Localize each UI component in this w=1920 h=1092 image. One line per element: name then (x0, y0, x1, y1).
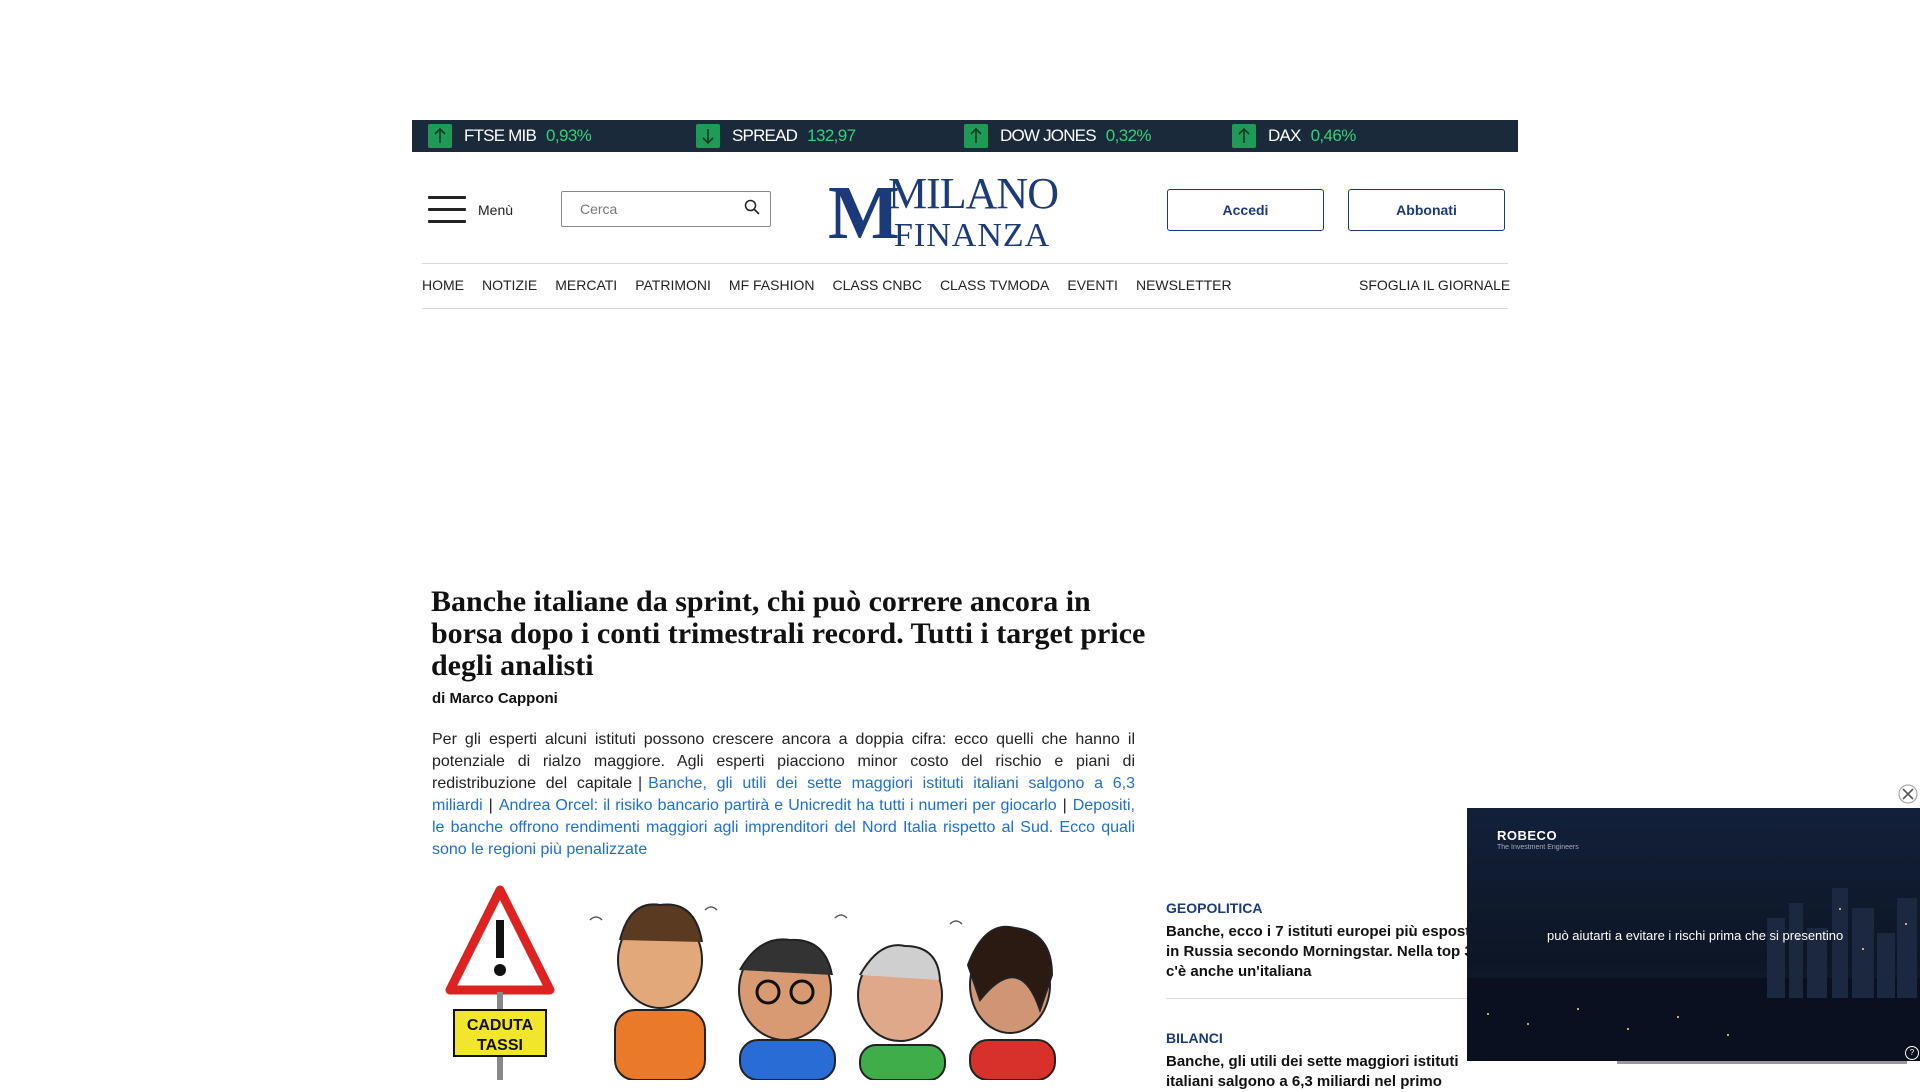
market-ticker: FTSE MIB 0,93% SPREAD 132,97 DOW JONES 0… (412, 120, 1518, 152)
help-icon[interactable]: ? (1905, 1046, 1919, 1060)
nav-item-eventi[interactable]: EVENTI (1067, 277, 1118, 293)
search-field[interactable] (561, 191, 771, 227)
video-ad-player[interactable]: ROBECO The Investment Engineers può aiut… (1467, 808, 1920, 1061)
nav-item-class-tvmoda[interactable]: CLASS TVMODA (940, 277, 1049, 293)
main-nav: HOME NOTIZIE MERCATI PATRIMONI MF FASHIO… (422, 277, 1250, 293)
sign-line1: CADUTA (467, 1017, 534, 1034)
menu-icon[interactable] (428, 196, 466, 224)
logo-line2: FINANZA (894, 217, 1050, 252)
nav-item-mercati[interactable]: MERCATI (555, 277, 617, 293)
search-icon[interactable] (744, 199, 760, 220)
arrow-down-icon (696, 124, 720, 148)
article-cartoon-image: CADUTA TASSI (440, 880, 1130, 1080)
ticker-value: 0,32% (1105, 126, 1152, 145)
nav-item-sfoglia[interactable]: SFOGLIA IL GIORNALE (1359, 277, 1510, 293)
sidebar-category[interactable]: GEOPOLITICA (1166, 900, 1476, 916)
nav-divider-bottom (422, 308, 1508, 309)
arrow-up-icon (428, 124, 452, 148)
related-link[interactable]: Andrea Orcel: il risiko bancario partirà… (499, 797, 1057, 814)
login-button[interactable]: Accedi (1167, 189, 1324, 231)
sign-line2: TASSI (477, 1037, 523, 1054)
ticker-value: 0,46% (1310, 126, 1357, 145)
ad-brand-sub: The Investment Engineers (1497, 844, 1579, 851)
ticker-name: SPREAD (732, 126, 798, 145)
ad-brand: ROBECO (1497, 828, 1558, 843)
ticker-name: DAX (1268, 126, 1301, 145)
nav-item-patrimoni[interactable]: PATRIMONI (635, 277, 711, 293)
nav-item-class-cnbc[interactable]: CLASS CNBC (832, 277, 921, 293)
ticker-name: FTSE MIB (464, 126, 537, 145)
close-icon[interactable] (1898, 784, 1918, 804)
menu-label[interactable]: Menù (478, 202, 513, 218)
sidebar-title[interactable]: Banche, gli utili dei sette maggiori ist… (1166, 1052, 1476, 1092)
article-lead: Per gli esperti alcuni istituti possono … (432, 731, 1135, 858)
nav-item-home[interactable]: HOME (422, 277, 464, 293)
nav-item-mf-fashion[interactable]: MF FASHION (729, 277, 815, 293)
milano-finanza-logo[interactable]: M MILANO FINANZA (828, 168, 1076, 255)
subscribe-button[interactable]: Abbonati (1348, 189, 1505, 231)
ticker-item-ftse[interactable]: FTSE MIB 0,93% (412, 124, 680, 148)
article-title: Banche italiane da sprint, chi può corre… (431, 585, 1146, 682)
ticker-item-dax[interactable]: DAX 0,46% (1216, 124, 1484, 148)
sidebar-divider (1166, 998, 1476, 999)
nav-item-newsletter[interactable]: NEWSLETTER (1136, 277, 1232, 293)
sidebar-article[interactable]: GEOPOLITICA Banche, ecco i 7 istituti eu… (1166, 900, 1476, 982)
ticker-value: 132,97 (807, 126, 856, 145)
video-progress-bar[interactable] (1617, 1061, 1907, 1064)
ticker-name: DOW JONES (1000, 126, 1097, 145)
nav-divider-top (422, 263, 1508, 264)
ticker-item-spread[interactable]: SPREAD 132,97 (680, 124, 948, 148)
sidebar-article[interactable]: BILANCI Banche, gli utili dei sette magg… (1166, 1030, 1476, 1092)
arrow-up-icon (964, 124, 988, 148)
ticker-value: 0,93% (546, 126, 592, 145)
ad-caption: può aiutarti a evitare i rischi prima ch… (1547, 928, 1844, 943)
article-byline: di Marco Capponi (432, 690, 558, 707)
logo-line1: MILANO (888, 169, 1058, 218)
sidebar-category[interactable]: BILANCI (1166, 1030, 1476, 1046)
ticker-item-dowjones[interactable]: DOW JONES 0,32% (948, 124, 1216, 148)
search-input[interactable] (578, 200, 744, 218)
nav-item-notizie[interactable]: NOTIZIE (482, 277, 537, 293)
arrow-up-icon (1232, 124, 1256, 148)
sidebar-title[interactable]: Banche, ecco i 7 istituti europei più es… (1166, 922, 1476, 982)
